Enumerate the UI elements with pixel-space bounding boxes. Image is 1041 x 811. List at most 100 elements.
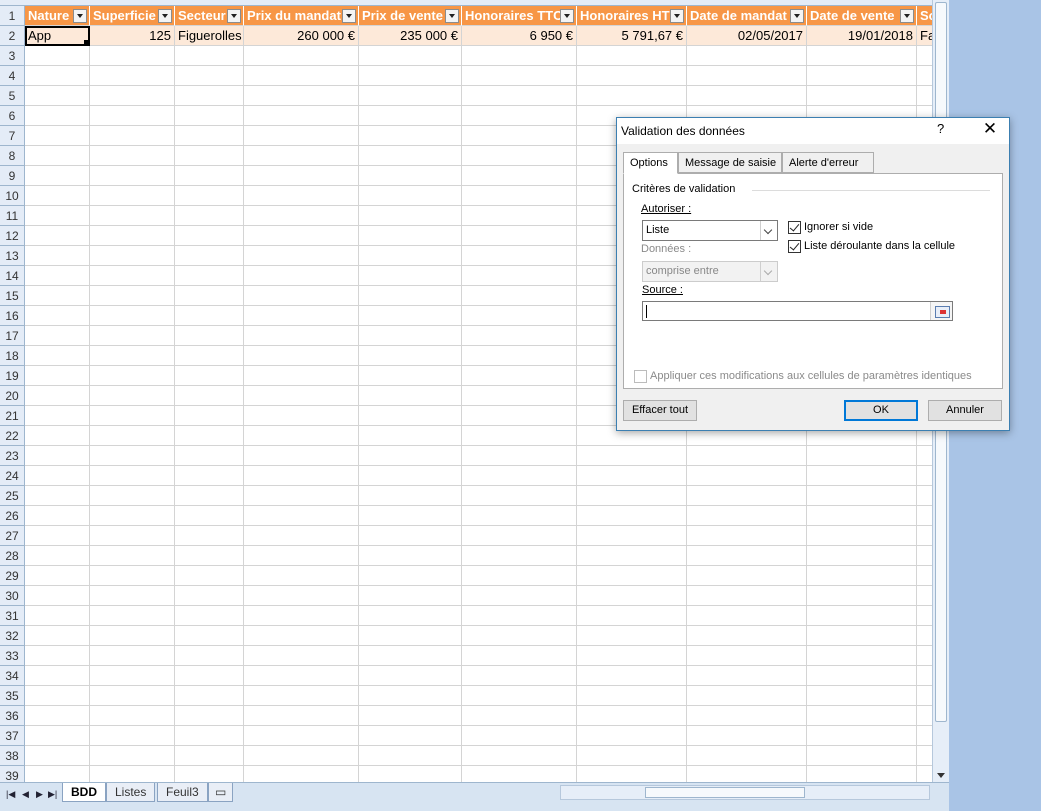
empty-cell[interactable] [917, 646, 932, 666]
empty-cell[interactable] [175, 166, 244, 186]
filter-dropdown-icon[interactable] [670, 9, 684, 23]
empty-cell[interactable] [462, 226, 577, 246]
empty-cell[interactable] [25, 606, 90, 626]
empty-cell[interactable] [807, 586, 917, 606]
empty-cell[interactable] [807, 546, 917, 566]
empty-cell[interactable] [244, 506, 359, 526]
row-number[interactable]: 2 [0, 26, 25, 46]
empty-cell[interactable] [359, 126, 462, 146]
empty-cell[interactable] [25, 146, 90, 166]
empty-cell[interactable] [90, 246, 175, 266]
row-number[interactable]: 34 [0, 666, 25, 686]
empty-cell[interactable] [577, 526, 687, 546]
empty-cell[interactable] [577, 546, 687, 566]
empty-cell[interactable] [359, 726, 462, 746]
empty-cell[interactable] [244, 646, 359, 666]
empty-cell[interactable] [807, 466, 917, 486]
empty-cell[interactable] [807, 726, 917, 746]
empty-cell[interactable] [25, 646, 90, 666]
in-cell-dropdown-checkbox[interactable] [788, 240, 801, 253]
prev-sheet-icon[interactable]: ◀ [22, 789, 29, 800]
empty-cell[interactable] [359, 106, 462, 126]
empty-cell[interactable] [175, 566, 244, 586]
row-number[interactable]: 39 [0, 766, 25, 782]
empty-cell[interactable] [917, 526, 932, 546]
empty-cell[interactable] [25, 86, 90, 106]
empty-cell[interactable] [462, 526, 577, 546]
empty-cell[interactable] [462, 706, 577, 726]
empty-cell[interactable] [917, 686, 932, 706]
empty-cell[interactable] [90, 146, 175, 166]
empty-cell[interactable] [90, 226, 175, 246]
empty-cell[interactable] [359, 226, 462, 246]
empty-cell[interactable] [687, 486, 807, 506]
empty-cell[interactable] [25, 466, 90, 486]
empty-cell[interactable] [175, 746, 244, 766]
row-number[interactable]: 27 [0, 526, 25, 546]
empty-cell[interactable] [687, 606, 807, 626]
empty-cell[interactable] [25, 266, 90, 286]
empty-cell[interactable] [244, 46, 359, 66]
header-cell[interactable]: Honoraires HT [577, 6, 687, 26]
empty-cell[interactable] [359, 266, 462, 286]
empty-cell[interactable] [359, 326, 462, 346]
empty-cell[interactable] [687, 446, 807, 466]
empty-cell[interactable] [244, 446, 359, 466]
empty-cell[interactable] [175, 106, 244, 126]
empty-cell[interactable] [25, 366, 90, 386]
empty-cell[interactable] [462, 746, 577, 766]
empty-cell[interactable] [244, 706, 359, 726]
empty-cell[interactable] [359, 466, 462, 486]
tab-options[interactable]: Options [623, 152, 678, 174]
empty-cell[interactable] [244, 666, 359, 686]
empty-cell[interactable] [462, 646, 577, 666]
row-number[interactable]: 28 [0, 546, 25, 566]
row-number[interactable]: 38 [0, 746, 25, 766]
row-number[interactable]: 1 [0, 6, 25, 26]
empty-cell[interactable] [917, 46, 932, 66]
empty-cell[interactable] [90, 646, 175, 666]
row-number[interactable]: 30 [0, 586, 25, 606]
empty-cell[interactable] [462, 286, 577, 306]
empty-cell[interactable] [90, 106, 175, 126]
empty-cell[interactable] [175, 246, 244, 266]
empty-cell[interactable] [687, 646, 807, 666]
empty-cell[interactable] [175, 406, 244, 426]
empty-cell[interactable] [244, 566, 359, 586]
empty-cell[interactable] [244, 586, 359, 606]
empty-cell[interactable] [687, 46, 807, 66]
empty-cell[interactable] [175, 766, 244, 782]
data-cell[interactable]: App [25, 26, 90, 46]
help-icon[interactable]: ? [937, 121, 944, 136]
empty-cell[interactable] [25, 626, 90, 646]
empty-cell[interactable] [462, 506, 577, 526]
chevron-down-icon[interactable] [760, 221, 777, 240]
row-number[interactable]: 5 [0, 86, 25, 106]
empty-cell[interactable] [917, 666, 932, 686]
last-sheet-icon[interactable]: ▶| [48, 789, 57, 800]
empty-cell[interactable] [462, 566, 577, 586]
row-number[interactable]: 25 [0, 486, 25, 506]
empty-cell[interactable] [577, 86, 687, 106]
empty-cell[interactable] [244, 286, 359, 306]
empty-cell[interactable] [244, 766, 359, 782]
empty-cell[interactable] [359, 606, 462, 626]
scroll-down-arrow-icon[interactable] [937, 773, 945, 778]
empty-cell[interactable] [359, 406, 462, 426]
empty-cell[interactable] [359, 706, 462, 726]
empty-cell[interactable] [25, 746, 90, 766]
empty-cell[interactable] [25, 386, 90, 406]
empty-cell[interactable] [359, 586, 462, 606]
empty-cell[interactable] [244, 366, 359, 386]
empty-cell[interactable] [90, 266, 175, 286]
first-sheet-icon[interactable]: |◀ [6, 789, 15, 800]
row-number[interactable]: 6 [0, 106, 25, 126]
sheet-tab-feuil3[interactable]: Feuil3 [157, 783, 208, 802]
empty-cell[interactable] [462, 306, 577, 326]
empty-cell[interactable] [359, 646, 462, 666]
empty-cell[interactable] [577, 726, 687, 746]
empty-cell[interactable] [175, 706, 244, 726]
empty-cell[interactable] [359, 46, 462, 66]
empty-cell[interactable] [175, 426, 244, 446]
empty-cell[interactable] [917, 86, 932, 106]
